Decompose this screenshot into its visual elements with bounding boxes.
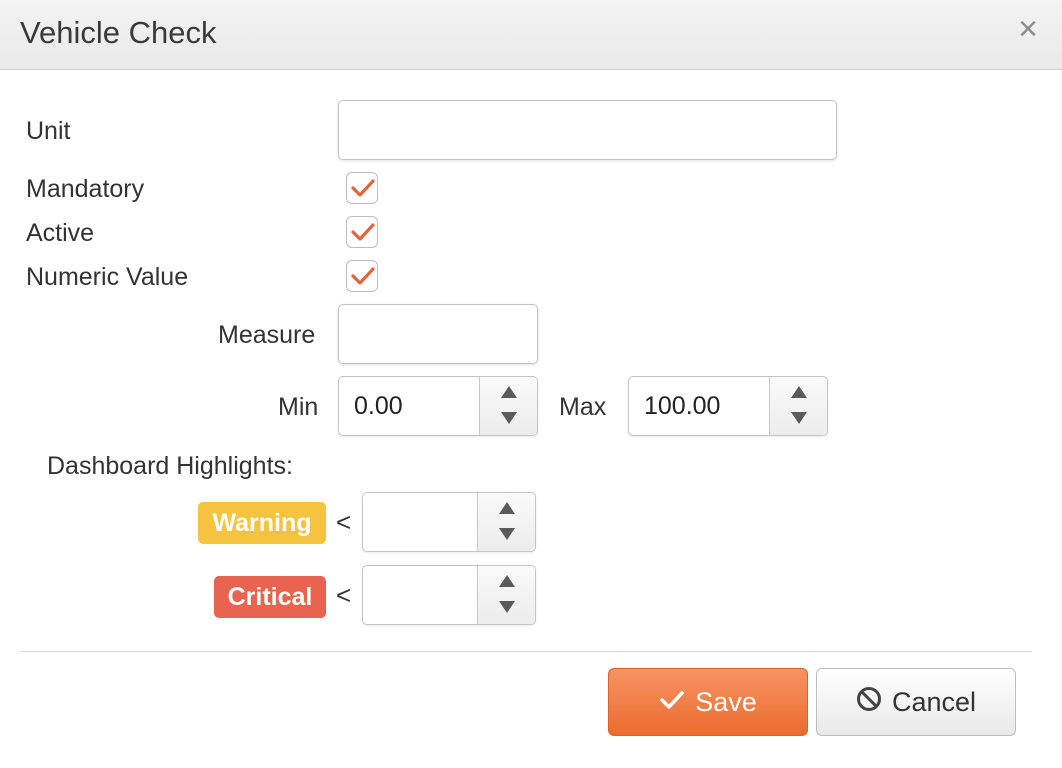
arrow-down-icon — [499, 601, 515, 613]
warning-operator: < — [336, 507, 352, 537]
critical-badge: Critical — [214, 576, 326, 618]
mandatory-checkbox[interactable] — [346, 172, 378, 204]
critical-threshold-input[interactable] — [363, 566, 477, 624]
warning-stepper — [362, 492, 536, 552]
measure-label: Measure — [218, 321, 316, 349]
check-icon — [659, 687, 685, 718]
save-button-label: Save — [695, 686, 757, 717]
warning-increment-button[interactable] — [478, 493, 536, 522]
min-input[interactable] — [339, 377, 479, 435]
vehicle-check-dialog: Vehicle Check × Unit Mandatory Active Nu… — [0, 0, 1062, 768]
checkmark-icon — [351, 223, 375, 241]
mandatory-label: Mandatory — [26, 175, 145, 203]
arrow-down-icon — [501, 412, 517, 424]
critical-stepper — [362, 565, 536, 625]
min-stepper — [338, 376, 538, 436]
max-stepper-arrows — [769, 377, 827, 435]
checkmark-icon — [351, 179, 375, 197]
arrow-down-icon — [791, 412, 807, 424]
min-label: Min — [278, 393, 319, 421]
dialog-title: Vehicle Check — [20, 15, 217, 50]
min-decrement-button[interactable] — [480, 406, 538, 435]
active-label: Active — [26, 219, 95, 247]
arrow-up-icon — [791, 386, 807, 398]
min-stepper-arrows — [479, 377, 537, 435]
cancel-button[interactable]: Cancel — [816, 668, 1016, 736]
dashboard-highlights-label: Dashboard Highlights: — [47, 452, 293, 480]
arrow-up-icon — [499, 502, 515, 514]
numeric-value-checkbox[interactable] — [346, 260, 378, 292]
critical-operator: < — [336, 580, 352, 610]
checkmark-icon — [351, 267, 375, 285]
critical-increment-button[interactable] — [478, 566, 536, 595]
arrow-up-icon — [499, 575, 515, 587]
critical-decrement-button[interactable] — [478, 595, 536, 624]
min-increment-button[interactable] — [480, 377, 538, 406]
unit-input[interactable] — [338, 100, 837, 160]
warning-badge: Warning — [198, 502, 326, 544]
cancel-button-label: Cancel — [891, 686, 977, 717]
save-button[interactable]: Save — [608, 668, 808, 736]
active-checkbox[interactable] — [346, 216, 378, 248]
max-label: Max — [559, 393, 607, 421]
warning-stepper-arrows — [477, 493, 535, 551]
arrow-up-icon — [501, 386, 517, 398]
warning-threshold-input[interactable] — [363, 493, 477, 551]
close-icon[interactable]: × — [1010, 12, 1046, 48]
max-increment-button[interactable] — [770, 377, 828, 406]
dialog-header: Vehicle Check × — [0, 0, 1062, 70]
unit-label: Unit — [26, 117, 71, 145]
max-decrement-button[interactable] — [770, 406, 828, 435]
ban-icon — [856, 686, 882, 719]
measure-input[interactable] — [338, 304, 538, 364]
footer-divider — [20, 651, 1032, 652]
arrow-down-icon — [499, 528, 515, 540]
max-stepper — [628, 376, 828, 436]
max-input[interactable] — [629, 377, 769, 435]
critical-stepper-arrows — [477, 566, 535, 624]
numeric-value-label: Numeric Value — [26, 263, 189, 291]
warning-decrement-button[interactable] — [478, 522, 536, 551]
